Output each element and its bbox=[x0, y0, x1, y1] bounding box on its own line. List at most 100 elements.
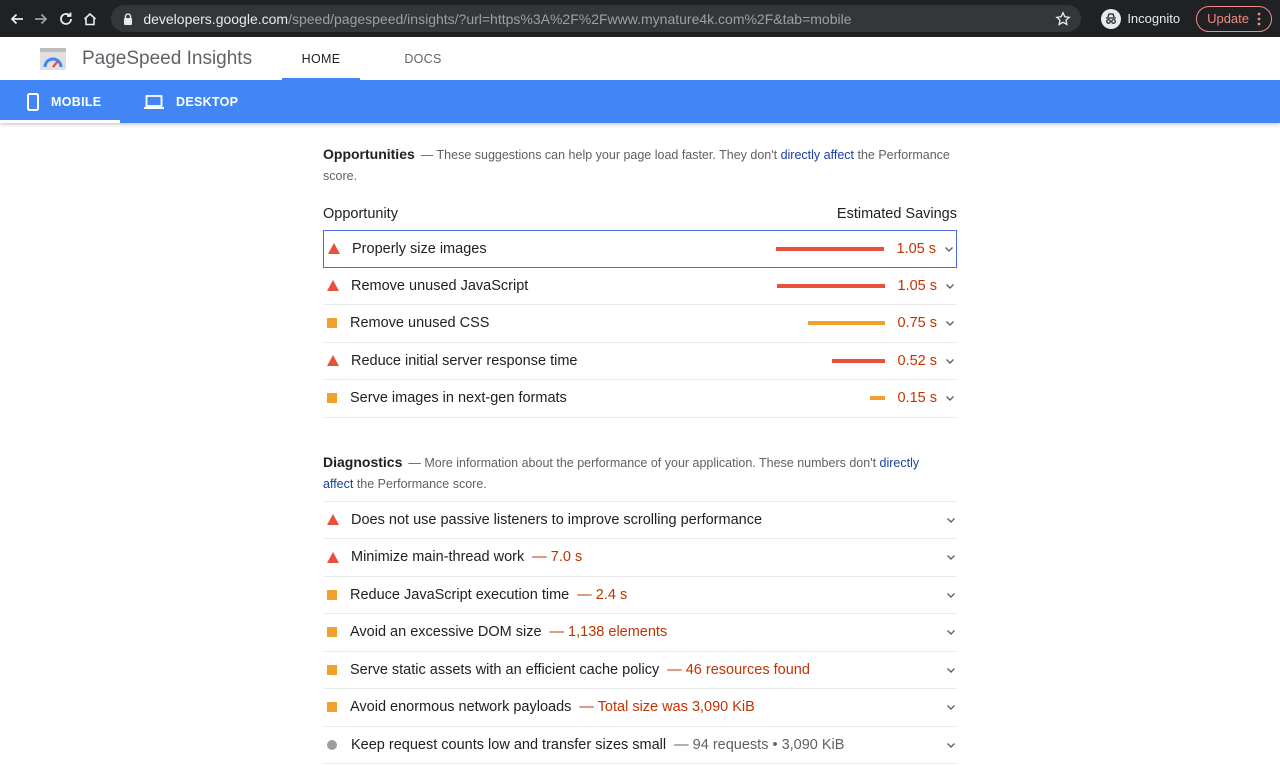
fail-triangle-icon bbox=[327, 280, 339, 292]
fail-triangle-icon bbox=[327, 551, 339, 563]
chevron-down-icon[interactable] bbox=[946, 552, 956, 562]
fail-triangle-icon bbox=[328, 243, 340, 255]
estimated-savings: 0.52 s bbox=[897, 352, 938, 369]
average-square-icon bbox=[327, 664, 337, 675]
diagnostics-desc-before: — More information about the performance… bbox=[408, 455, 880, 470]
diagnostic-row[interactable]: Avoid enormous network payloads — Total s… bbox=[323, 689, 957, 727]
opportunities-title: Opportunities bbox=[323, 146, 415, 162]
address-bar[interactable]: developers.google.com/speed/pagespeed/in… bbox=[111, 5, 1082, 32]
chevron-down-icon[interactable] bbox=[946, 627, 956, 637]
lock-icon bbox=[124, 12, 133, 25]
diagnostic-row[interactable]: Reduce JavaScript execution time — 2.4 s bbox=[323, 577, 957, 614]
diagnostic-label: Does not use passive listeners to improv… bbox=[351, 511, 763, 528]
directly-link[interactable]: directly bbox=[880, 456, 920, 470]
directly-affect-link[interactable]: directly affect bbox=[781, 148, 854, 162]
tab-desktop-label: DESKTOP bbox=[176, 94, 239, 109]
col-opportunity: Opportunity bbox=[323, 206, 398, 222]
psi-header: PageSpeed Insights HOME DOCS bbox=[0, 37, 1280, 80]
savings-bar bbox=[870, 396, 885, 401]
bookmark-star-icon[interactable] bbox=[1055, 10, 1072, 27]
average-square-icon bbox=[327, 393, 337, 404]
estimated-savings: 1.05 s bbox=[897, 277, 938, 294]
smartphone-icon bbox=[27, 92, 39, 111]
tab-mobile[interactable]: MOBILE bbox=[0, 80, 120, 123]
opportunity-list: Properly size images 1.05 s Remove unused … bbox=[323, 230, 957, 418]
fail-triangle-icon bbox=[327, 355, 339, 367]
diagnostic-label: Avoid an excessive DOM size bbox=[350, 624, 542, 641]
diagnostic-value: — 1,138 elements bbox=[549, 624, 668, 641]
app-title: PageSpeed Insights bbox=[82, 47, 253, 69]
opportunity-label: Remove unused JavaScript bbox=[351, 277, 529, 294]
forward-arrow-icon[interactable] bbox=[32, 6, 50, 32]
home-icon[interactable] bbox=[81, 6, 99, 32]
diagnostic-value: — Total size was 3,090 KiB bbox=[579, 699, 755, 716]
diagnostic-value: — 46 resources found bbox=[667, 661, 810, 678]
diagnostic-row[interactable]: Minimize main-thread work — 7.0 s bbox=[323, 539, 957, 577]
info-circle-icon bbox=[327, 739, 337, 750]
opportunity-column-headers: Opportunity Estimated Savings bbox=[323, 203, 957, 225]
opportunity-label: Serve images in next-gen formats bbox=[350, 390, 567, 407]
opportunities-desc-before: — These suggestions can help your page l… bbox=[420, 148, 781, 162]
savings-bar bbox=[777, 283, 885, 288]
diagnostic-label: Keep request counts low and transfer siz… bbox=[351, 736, 667, 753]
average-square-icon bbox=[327, 589, 337, 600]
opportunity-row[interactable]: Serve images in next-gen formats 0.15 s bbox=[323, 380, 957, 418]
incognito-icon bbox=[1101, 8, 1122, 29]
chevron-down-icon[interactable] bbox=[945, 281, 955, 291]
chevron-down-icon[interactable] bbox=[945, 356, 955, 366]
laptop-icon bbox=[144, 94, 164, 109]
diagnostic-label: Avoid enormous network payloads bbox=[350, 699, 572, 716]
opportunity-label: Reduce initial server response time bbox=[351, 352, 578, 369]
diagnostic-row[interactable]: Serve static assets with an efficient ca… bbox=[323, 652, 957, 689]
chevron-down-icon[interactable] bbox=[946, 702, 956, 712]
tab-desktop[interactable]: DESKTOP bbox=[120, 80, 238, 123]
savings-bar bbox=[832, 358, 885, 363]
average-square-icon bbox=[327, 702, 337, 713]
update-button[interactable]: Update bbox=[1196, 5, 1272, 32]
diagnostics-title: Diagnostics bbox=[323, 453, 403, 470]
more-vert-icon bbox=[1257, 12, 1261, 25]
affect-link[interactable]: affect bbox=[323, 477, 353, 491]
chevron-down-icon[interactable] bbox=[945, 393, 955, 403]
reload-icon[interactable] bbox=[57, 6, 75, 32]
pagespeed-logo-icon bbox=[40, 47, 66, 70]
estimated-savings: 0.15 s bbox=[897, 390, 938, 407]
chevron-down-icon[interactable] bbox=[944, 244, 954, 254]
average-square-icon bbox=[327, 318, 337, 329]
opportunity-row[interactable]: Reduce initial server response time 0.52 … bbox=[323, 343, 957, 380]
diagnostic-row[interactable]: Avoid an excessive DOM size — 1,138 eleme… bbox=[323, 614, 957, 652]
diagnostic-value: — 2.4 s bbox=[577, 586, 628, 603]
chevron-down-icon[interactable] bbox=[946, 515, 956, 525]
fail-triangle-icon bbox=[327, 514, 339, 526]
url-text: developers.google.com/speed/pagespeed/in… bbox=[143, 11, 1047, 27]
diagnostic-row[interactable]: Does not use passive listeners to improv… bbox=[323, 502, 957, 539]
opportunity-label: Remove unused CSS bbox=[350, 315, 490, 332]
incognito-label: Incognito bbox=[1127, 11, 1181, 26]
opportunity-row[interactable]: Remove unused JavaScript 1.05 s bbox=[323, 268, 957, 305]
chevron-down-icon[interactable] bbox=[945, 318, 955, 328]
chevron-down-icon[interactable] bbox=[946, 590, 956, 600]
savings-bar bbox=[808, 321, 885, 326]
browser-toolbar: developers.google.com/speed/pagespeed/in… bbox=[0, 0, 1280, 37]
diagnostic-value: — 94 requests • 3,090 KiB bbox=[674, 736, 845, 753]
back-arrow-icon[interactable] bbox=[8, 6, 26, 32]
opportunity-row[interactable]: Properly size images 1.05 s bbox=[323, 230, 957, 268]
chevron-down-icon[interactable] bbox=[946, 665, 956, 675]
diagnostic-label: Serve static assets with an efficient ca… bbox=[350, 661, 660, 678]
tab-mobile-label: MOBILE bbox=[51, 94, 102, 109]
diagnostic-value: — 7.0 s bbox=[532, 549, 583, 566]
diagnostics-header: Diagnostics — More information about the … bbox=[323, 452, 957, 495]
opportunity-label: Properly size images bbox=[352, 240, 487, 257]
diagnostic-row[interactable]: Keep request counts low and transfer siz… bbox=[323, 727, 957, 764]
tab-docs[interactable]: DOCS bbox=[384, 37, 462, 80]
savings-bar bbox=[776, 246, 884, 251]
chevron-down-icon[interactable] bbox=[946, 740, 956, 750]
incognito-indicator[interactable]: Incognito bbox=[1101, 8, 1181, 29]
estimated-savings: 0.75 s bbox=[897, 315, 938, 332]
tab-home[interactable]: HOME bbox=[282, 37, 360, 80]
average-square-icon bbox=[327, 627, 337, 638]
device-tab-bar: MOBILE DESKTOP bbox=[0, 80, 1280, 123]
diagnostics-desc-after: the Performance score. bbox=[353, 476, 487, 491]
opportunity-row[interactable]: Remove unused CSS 0.75 s bbox=[323, 305, 957, 343]
psi-logo[interactable]: PageSpeed Insights bbox=[0, 37, 282, 80]
